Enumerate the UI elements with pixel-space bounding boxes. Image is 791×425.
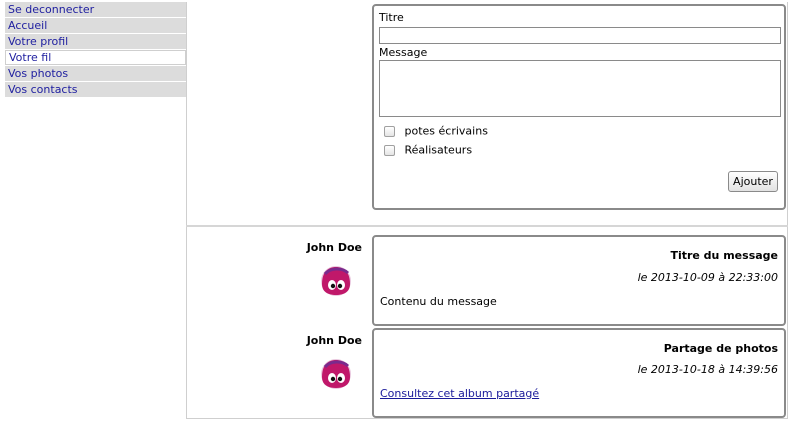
group-option-writers: potes écrivains — [384, 124, 488, 138]
title-input[interactable] — [379, 27, 781, 44]
shared-album-link[interactable]: Consultez cet album partagé — [380, 387, 539, 400]
group-label-writers: potes écrivains — [404, 124, 488, 138]
section-divider — [186, 225, 788, 227]
post-card: Titre du message le 2013-10-09 à 22:33:0… — [372, 235, 786, 326]
group-checkbox-writers[interactable] — [384, 125, 395, 137]
post-date: le 2013-10-18 à 14:39:56 — [637, 363, 778, 376]
post-body: Contenu du message — [380, 295, 497, 308]
message-textarea[interactable] — [379, 60, 781, 117]
pink-blob-avatar-icon — [321, 266, 351, 296]
nav-item-photos[interactable]: Vos photos — [5, 66, 186, 81]
group-checkbox-directors[interactable] — [384, 144, 395, 156]
title-label: Titre — [379, 11, 404, 24]
nav-item-profile[interactable]: Votre profil — [5, 34, 186, 49]
sidebar-nav: Se deconnecter Accueil Votre profil Votr… — [5, 2, 186, 98]
post-author: John Doe — [306, 334, 362, 347]
group-label-directors: Réalisateurs — [404, 143, 473, 157]
new-message-form: Titre Message potes écrivains Réalisateu… — [372, 4, 786, 210]
post-title: Partage de photos — [663, 342, 778, 355]
nav-item-contacts[interactable]: Vos contacts — [5, 82, 186, 97]
nav-item-home[interactable]: Accueil — [5, 18, 186, 33]
post-card: Partage de photos le 2013-10-18 à 14:39:… — [372, 328, 786, 418]
pink-blob-avatar-icon — [321, 359, 351, 389]
add-button[interactable]: Ajouter — [728, 171, 778, 192]
message-label: Message — [379, 46, 428, 59]
post-title: Titre du message — [670, 249, 778, 262]
post-date: le 2013-10-09 à 22:33:00 — [637, 271, 778, 284]
nav-item-feed[interactable]: Votre fil — [5, 50, 186, 65]
nav-item-logout[interactable]: Se deconnecter — [5, 2, 186, 17]
group-option-directors: Réalisateurs — [384, 143, 472, 157]
post-author: John Doe — [306, 241, 362, 254]
